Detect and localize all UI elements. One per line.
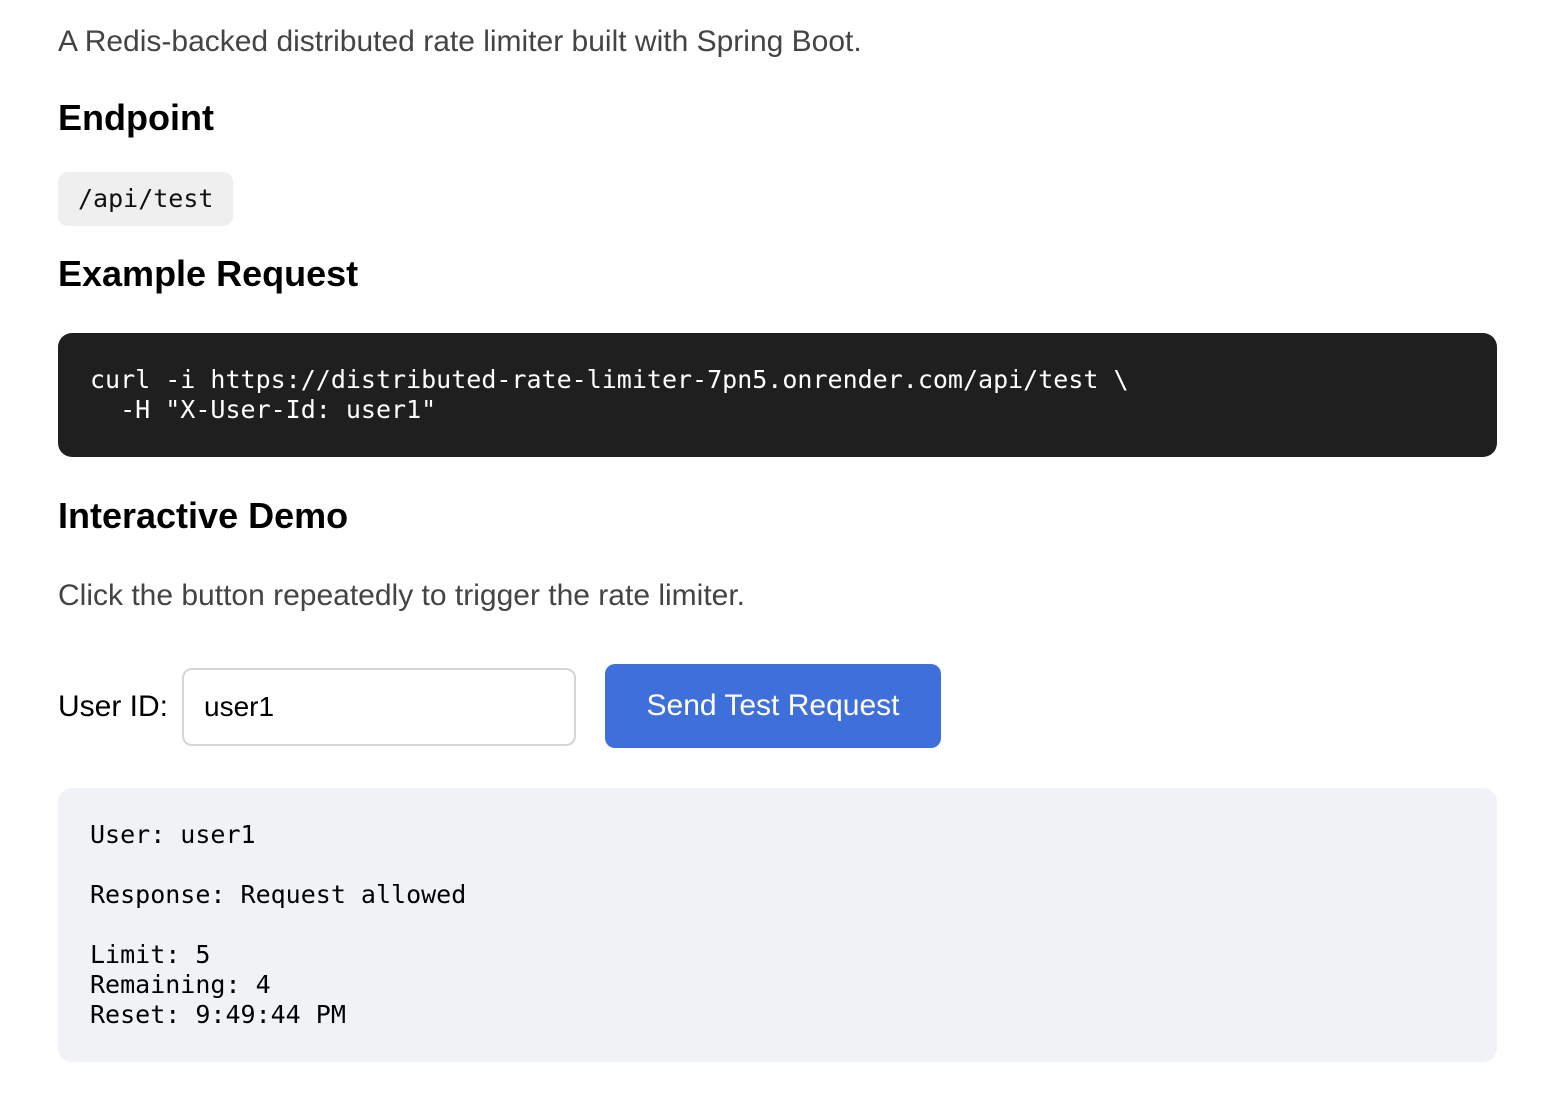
result-response-line: Response: Request allowed — [90, 880, 467, 909]
send-test-request-button[interactable]: Send Test Request — [605, 664, 941, 748]
interactive-demo-heading: Interactive Demo — [58, 495, 349, 536]
intro-text: A Redis-backed distributed rate limiter … — [58, 25, 862, 58]
result-limit-line: Limit: 5 — [90, 940, 211, 969]
code-line: -H "X-User-Id: user1" — [90, 395, 437, 424]
endpoint-path: /api/test — [58, 172, 234, 226]
result-spacer — [90, 850, 1465, 880]
result-remaining-line: Remaining: 4 — [90, 970, 271, 999]
response-output: User: user1 Response: Request allowed Li… — [58, 788, 1497, 1062]
result-reset-line: Reset: 9:49:44 PM — [90, 1000, 346, 1029]
code-line: curl -i https://distributed-rate-limiter… — [90, 365, 1129, 394]
example-request-heading: Example Request — [58, 253, 359, 294]
result-spacer — [90, 910, 1465, 940]
user-id-label: User ID: — [58, 690, 169, 723]
example-code-block: curl -i https://distributed-rate-limiter… — [58, 333, 1497, 457]
result-user-line: User: user1 — [90, 820, 256, 849]
demo-description: Click the button repeatedly to trigger t… — [58, 579, 746, 612]
user-id-input[interactable] — [182, 668, 576, 746]
endpoint-heading: Endpoint — [58, 97, 214, 138]
